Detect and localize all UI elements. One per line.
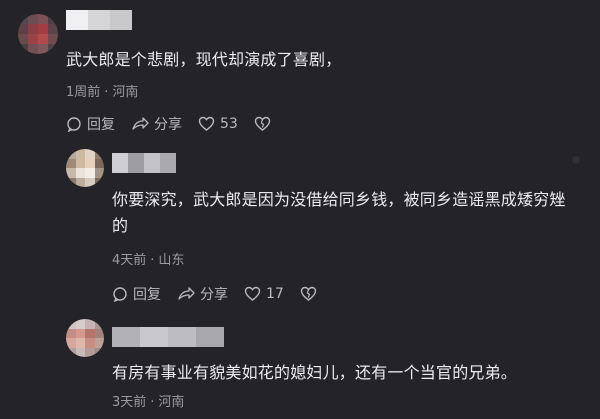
comment-meta: 1周前 · 河南 <box>66 81 138 100</box>
comment-text: 你要深究，武大郎是因为没借给同乡钱，被同乡造谣黑成矮穷矬的 <box>112 190 566 235</box>
like-count: 17 <box>266 286 284 302</box>
avatar-mosaic <box>66 319 104 357</box>
share-label: 分享 <box>154 117 182 133</box>
comment-text: 武大郎是个悲剧，现代却演成了喜剧， <box>66 50 342 69</box>
comment-2: 你要深究，武大郎是因为没借给同乡钱，被同乡造谣黑成矮穷矬的 4天前 · 山东 回复 … <box>0 146 600 311</box>
share-icon <box>178 287 195 300</box>
broken-heart-icon <box>254 116 271 131</box>
username-redacted[interactable] <box>112 153 176 173</box>
dislike-button[interactable] <box>254 116 271 132</box>
comment-3: 有房有事业有貌美如花的媳妇儿，还有一个当官的兄弟。 3天前 · 河南 <box>0 311 600 419</box>
avatar-mosaic <box>66 149 104 187</box>
share-label: 分享 <box>200 287 228 303</box>
comment-location: 河南 <box>112 85 139 100</box>
like-count: 53 <box>220 116 238 132</box>
reply-label: 回复 <box>133 287 161 303</box>
username-redacted[interactable] <box>112 327 224 347</box>
reply-icon <box>67 117 81 132</box>
reply-icon <box>113 287 127 302</box>
more-indicator[interactable] <box>572 156 580 164</box>
comment-location: 河南 <box>158 395 185 410</box>
broken-heart-icon <box>300 286 317 301</box>
comment-1: 武大郎是个悲剧，现代却演成了喜剧， 1周前 · 河南 回复 分享 53 <box>0 0 600 146</box>
dislike-button[interactable] <box>300 286 317 302</box>
comment-actions: 回复 分享 53 <box>66 114 287 134</box>
comment-actions: 回复 分享 17 <box>112 284 333 304</box>
like-button[interactable]: 53 <box>198 116 238 132</box>
comment-time: 1周前 <box>66 85 101 100</box>
avatar[interactable] <box>18 14 58 54</box>
avatar-mosaic <box>18 14 58 54</box>
like-button[interactable]: 17 <box>244 286 284 302</box>
meta-separator: · <box>104 85 109 100</box>
reply-label: 回复 <box>87 117 115 133</box>
reply-button[interactable]: 回复 <box>112 284 161 304</box>
share-button[interactable]: 分享 <box>131 114 182 134</box>
heart-icon <box>198 116 215 131</box>
share-button[interactable]: 分享 <box>177 284 228 304</box>
avatar[interactable] <box>66 319 104 357</box>
comment-time: 4天前 <box>112 253 147 268</box>
meta-separator: · <box>150 395 155 410</box>
comment-time: 3天前 <box>112 395 147 410</box>
share-icon <box>132 117 149 130</box>
comment-text: 有房有事业有貌美如花的媳妇儿，还有一个当官的兄弟。 <box>112 363 518 382</box>
comment-meta: 3天前 · 河南 <box>112 391 184 410</box>
comment-location: 山东 <box>158 253 185 268</box>
meta-separator: · <box>150 253 155 268</box>
comment-meta: 4天前 · 山东 <box>112 249 184 268</box>
username-redacted[interactable] <box>66 10 132 30</box>
heart-icon <box>244 286 261 301</box>
reply-button[interactable]: 回复 <box>66 114 115 134</box>
avatar[interactable] <box>66 149 104 187</box>
